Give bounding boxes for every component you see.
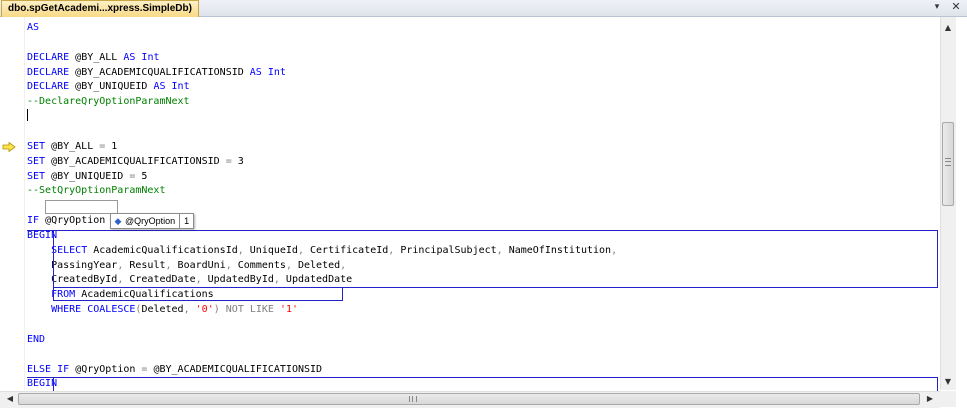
- select-block-outline: [27, 377, 54, 378]
- code-token: 3: [231, 155, 244, 167]
- code-line: WHERE COALESCE(Deleted, '0') NOT LIKE '1…: [27, 302, 298, 317]
- code-token: AS: [27, 22, 40, 33]
- code-token: WHERE: [51, 304, 82, 316]
- code-line: DECLARE @BY_ACADEMICQUALIFICATIONSID AS …: [27, 65, 286, 80]
- code-token: LIKE: [249, 304, 274, 316]
- code-token: DECLARE: [27, 66, 70, 78]
- code-line: SET @BY_ALL = 1: [27, 139, 117, 154]
- select-block-outline: [53, 377, 938, 392]
- code-line: --SetQryOptionParamNext: [27, 183, 165, 198]
- code-token: ELSE: [27, 363, 52, 375]
- code-token: DECLARE: [27, 81, 70, 93]
- editor-gutter: [0, 17, 26, 390]
- scroll-up-icon[interactable]: ▲: [940, 20, 956, 36]
- close-icon[interactable]: ✕: [950, 1, 962, 13]
- horizontal-scroll-thumb[interactable]: [18, 393, 920, 405]
- tab-dropdown-icon[interactable]: ▾: [932, 2, 942, 12]
- select-block-outline: [53, 287, 343, 301]
- scroll-left-icon[interactable]: ◀: [2, 391, 18, 407]
- grip-icon: [945, 158, 951, 166]
- code-token: Deleted: [141, 304, 184, 316]
- code-token: '1': [280, 304, 299, 316]
- code-token: @BY_UNIQUEID: [45, 170, 130, 182]
- code-token: END: [27, 333, 46, 345]
- document-tab[interactable]: dbo.spGetAcademi...xpress.SimpleDb): [1, 0, 199, 17]
- code-token: @QryOption: [69, 363, 142, 375]
- code-token: DECLARE: [27, 51, 70, 63]
- code-token: @BY_ALL: [69, 51, 124, 63]
- code-token: Int: [171, 81, 190, 93]
- code-line: --DeclareQryOptionParamNext: [27, 94, 190, 109]
- variable-icon: ◆: [114, 216, 122, 226]
- gutter-divider: [24, 17, 25, 390]
- code-token: COALESCE: [87, 304, 136, 316]
- current-statement-arrow-icon: [2, 142, 16, 152]
- code-token: AS: [249, 66, 262, 78]
- code-token: --DeclareQryOptionParamNext: [27, 96, 190, 108]
- code-token: SET: [27, 140, 46, 152]
- select-block-outline: [27, 230, 54, 244]
- sql-code-editor[interactable]: AS DECLARE @BY_ALL AS Int DECLARE @BY_ACAD…: [27, 20, 937, 390]
- datatip[interactable]: ◆ @QryOption 1: [110, 213, 195, 229]
- scroll-right-icon[interactable]: ▶: [922, 391, 938, 407]
- code-line: END: [27, 332, 45, 347]
- code-token: 1: [105, 140, 118, 152]
- code-line: DECLARE @BY_UNIQUEID AS Int: [27, 79, 190, 94]
- code-line: AS: [27, 20, 39, 35]
- code-line: SET @BY_UNIQUEID = 5: [27, 169, 147, 184]
- window-edge: [956, 17, 967, 409]
- code-token: AS: [153, 81, 166, 93]
- scroll-down-icon[interactable]: ▼: [940, 374, 956, 390]
- code-token: @QryOption: [39, 215, 112, 227]
- code-token: @BY_ALL: [45, 140, 100, 152]
- code-token: @BY_ACADEMICQUALIFICATIONSID: [147, 363, 323, 375]
- code-line: ELSE IF @QryOption = @BY_ACADEMICQUALIFI…: [27, 362, 322, 377]
- parameter-highlight: [45, 200, 118, 214]
- datatip-name: @QryOption: [125, 216, 176, 226]
- code-token: AS: [123, 51, 136, 63]
- datatip-value[interactable]: 1: [179, 214, 193, 228]
- grip-icon: [945, 161, 951, 162]
- code-token: 5: [135, 170, 148, 182]
- code-token: Int: [267, 66, 286, 78]
- code-line: SET @BY_ACADEMICQUALIFICATIONSID = 3: [27, 154, 244, 169]
- scrollbar-corner: [940, 391, 956, 407]
- code-token: Int: [141, 51, 160, 63]
- code-line: DECLARE @BY_ALL AS Int: [27, 50, 159, 65]
- code-token: @BY_ACADEMICQUALIFICATIONSID: [69, 66, 250, 78]
- code-token: IF: [27, 215, 40, 227]
- code-token: NOT: [225, 304, 244, 316]
- code-token: SET: [27, 155, 46, 167]
- code-token: SET: [27, 170, 46, 182]
- select-block-outline: [53, 230, 938, 288]
- code-token: --SetQryOptionParamNext: [27, 185, 166, 197]
- grip-icon: [409, 396, 417, 402]
- code-token: @BY_UNIQUEID: [69, 81, 154, 93]
- grip-icon: [412, 396, 413, 402]
- code-token: @BY_ACADEMICQUALIFICATIONSID: [45, 155, 226, 167]
- code-token: IF: [57, 363, 70, 375]
- text-cursor: [27, 109, 28, 121]
- code-token: '0': [195, 304, 214, 316]
